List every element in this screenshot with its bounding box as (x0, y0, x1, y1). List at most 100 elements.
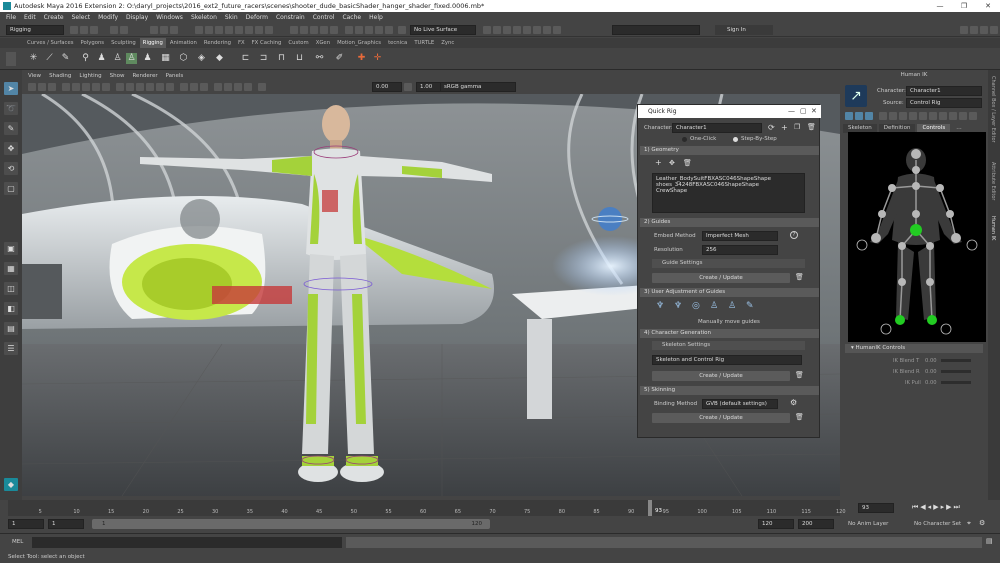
current-time-marker[interactable] (648, 500, 652, 516)
menu-file[interactable]: File (6, 14, 16, 21)
refresh-icon[interactable]: ⟳ (768, 123, 776, 132)
history-icon[interactable] (355, 26, 363, 34)
skeleton-rig-dropdown[interactable]: Skeleton and Control Rig (652, 355, 802, 365)
end-frame-field[interactable]: 200 (798, 519, 834, 529)
close-button[interactable]: ✕ (976, 0, 1000, 12)
mirror-guide-icon[interactable]: ♆ (674, 301, 684, 313)
constraint-aim-icon[interactable]: ⊐ (258, 53, 269, 64)
menu-windows[interactable]: Windows (156, 14, 183, 21)
trash-icon[interactable]: 🗑 (795, 371, 804, 379)
mask-icon[interactable] (235, 26, 243, 34)
hik-tool-icon[interactable] (855, 112, 863, 120)
shelf-tab-turtle[interactable]: TURTLE (411, 38, 437, 48)
mask-icon[interactable] (195, 26, 203, 34)
camera-icon[interactable] (48, 83, 56, 91)
wireframe-icon[interactable] (116, 83, 124, 91)
textured-icon[interactable] (146, 83, 154, 91)
skinning-create-update-button[interactable]: Create / Update (652, 413, 790, 423)
constraint-scale-icon[interactable]: ⊔ (294, 53, 305, 64)
constraint-orient-icon[interactable]: ⊓ (276, 53, 287, 64)
bind-skin-icon[interactable]: ♙ (126, 53, 137, 64)
hik-tool-icon[interactable] (889, 112, 897, 120)
menu-display[interactable]: Display (126, 14, 148, 21)
toggle-panel-icon[interactable] (980, 26, 988, 34)
redo-icon[interactable] (120, 26, 128, 34)
shelf-tab-curves[interactable]: Curves / Surfaces (24, 38, 76, 48)
section-skinning[interactable]: 5) Skinning (640, 386, 819, 395)
menu-constrain[interactable]: Constrain (276, 14, 305, 21)
start-frame-field[interactable]: 1 (8, 519, 44, 529)
trash-icon[interactable]: 🗑 (795, 273, 804, 281)
script-editor-icon[interactable]: ▤ (986, 537, 994, 547)
humanik-icon[interactable]: ♟ (96, 53, 107, 64)
toggle-panel-icon[interactable] (960, 26, 968, 34)
render-icon[interactable] (493, 26, 501, 34)
history-icon[interactable] (385, 26, 393, 34)
snap-curve-icon[interactable] (300, 26, 308, 34)
lasso-tool-icon[interactable]: ➰ (4, 102, 18, 115)
input-line-field[interactable] (612, 25, 700, 35)
human-ik-tab[interactable]: Human IK (990, 216, 996, 240)
shelf-tab-custom[interactable]: Custom (285, 38, 311, 48)
locator-icon[interactable]: ✛ (372, 53, 383, 64)
section-character-generation[interactable]: 4) Character Generation (640, 329, 819, 338)
copy-icon[interactable]: ❐ (794, 123, 802, 132)
history-icon[interactable] (375, 26, 383, 34)
menu-edit[interactable]: Edit (24, 14, 36, 21)
embed-method-dropdown[interactable]: Imperfect Mesh (702, 231, 778, 241)
scale-tool-icon[interactable]: ▢ (4, 182, 18, 195)
snap-plane-icon[interactable] (320, 26, 328, 34)
undo-icon[interactable] (110, 26, 118, 34)
menu-control[interactable]: Control (313, 14, 335, 21)
ik-pull-slider[interactable] (941, 381, 971, 384)
hik-tool-icon[interactable] (949, 112, 957, 120)
shadows-icon[interactable] (166, 83, 174, 91)
rotate-tool-icon[interactable]: ⟲ (4, 162, 18, 175)
mask-icon[interactable] (245, 26, 253, 34)
attribute-editor-tab[interactable]: Attribute Editor (990, 162, 996, 200)
gamma-icon[interactable] (404, 83, 412, 91)
exposure-field[interactable]: 0.00 (372, 82, 402, 92)
ik-blend-t-slider[interactable] (941, 359, 971, 362)
ik-blend-t-value[interactable]: 0.00 (925, 358, 937, 364)
humanik-controls-header[interactable]: ▾ HumanIK Controls (845, 344, 983, 353)
command-language-label[interactable]: MEL (12, 539, 23, 545)
menu-skeleton[interactable]: Skeleton (191, 14, 217, 21)
color-space-dropdown[interactable]: sRGB gamma (440, 82, 516, 92)
single-pane-icon[interactable]: ▣ (4, 242, 18, 255)
snap-grid-icon[interactable] (290, 26, 298, 34)
save-scene-icon[interactable] (90, 26, 98, 34)
constraint-parent-icon[interactable]: ⚯ (314, 53, 325, 64)
shelf-tab-animation[interactable]: Animation (167, 38, 200, 48)
hik-tool-icon[interactable] (899, 112, 907, 120)
render-icon[interactable] (533, 26, 541, 34)
menu-select[interactable]: Select (72, 14, 91, 21)
ik-handle-icon[interactable]: ⟋ (44, 53, 55, 64)
skeleton-icon[interactable]: ♙ (112, 53, 123, 64)
motion-blur-icon[interactable] (190, 83, 198, 91)
shelf-tab-zync[interactable]: Zync (438, 38, 457, 48)
snap-point-icon[interactable] (310, 26, 318, 34)
menu-help[interactable]: Help (369, 14, 383, 21)
hik-tool-icon[interactable] (879, 112, 887, 120)
hik-tool-icon[interactable] (865, 112, 873, 120)
viewport-menu-shading[interactable]: Shading (49, 72, 71, 81)
shelf-tab-motion-graphics[interactable]: Motion_Graphics (334, 38, 384, 48)
hik-character-controls[interactable] (848, 132, 986, 342)
character-dropdown[interactable]: Character1 (672, 123, 762, 133)
step-by-step-radio[interactable] (733, 137, 738, 142)
shelf-tab-tecnica[interactable]: tecnica (385, 38, 410, 48)
select-object-icon[interactable] (160, 26, 168, 34)
history-icon[interactable] (345, 26, 353, 34)
backface-icon[interactable] (244, 83, 252, 91)
add-guide-icon[interactable]: ♙ (728, 301, 738, 313)
geometry-list[interactable]: Leather_BodySuitFBXASC046ShapeShape shoe… (652, 173, 805, 213)
field-chart-icon[interactable] (102, 83, 110, 91)
hik-tool-icon[interactable] (969, 112, 977, 120)
select-component-icon[interactable] (170, 26, 178, 34)
range-end-field[interactable]: 120 (758, 519, 794, 529)
guides-create-update-button[interactable]: Create / Update (652, 273, 790, 283)
menu-create[interactable]: Create (44, 14, 64, 21)
guide-settings-toggle[interactable]: Guide Settings (652, 259, 805, 268)
trash-icon[interactable]: 🗑 (795, 413, 804, 421)
